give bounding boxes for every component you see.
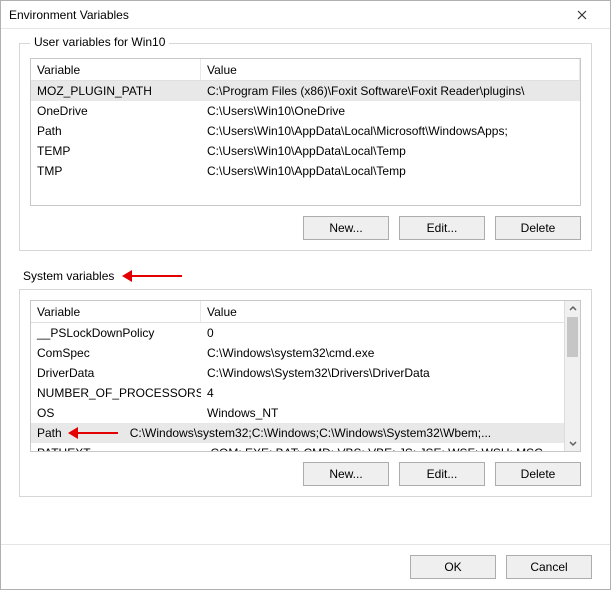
cell-value: C:\Windows\System32\Drivers\DriverData bbox=[201, 366, 580, 380]
scroll-down-button[interactable] bbox=[565, 435, 580, 451]
chevron-up-icon bbox=[569, 305, 577, 313]
table-row[interactable]: PATHEXT.COM;.EXE;.BAT;.CMD;.VBS;.VBE;.JS… bbox=[31, 443, 580, 451]
system-new-button[interactable]: New... bbox=[303, 462, 389, 486]
table-row[interactable]: TEMPC:\Users\Win10\AppData\Local\Temp bbox=[31, 141, 580, 161]
cell-variable: __PSLockDownPolicy bbox=[31, 326, 201, 340]
table-row[interactable]: ComSpecC:\Windows\system32\cmd.exe bbox=[31, 343, 580, 363]
cell-variable: OneDrive bbox=[31, 104, 201, 118]
table-row[interactable]: PathC:\Users\Win10\AppData\Local\Microso… bbox=[31, 121, 580, 141]
cell-variable: NUMBER_OF_PROCESSORS bbox=[31, 386, 201, 400]
cell-variable: Path bbox=[31, 124, 201, 138]
cell-value: C:\Users\Win10\OneDrive bbox=[201, 104, 580, 118]
user-vars-table[interactable]: Variable Value MOZ_PLUGIN_PATHC:\Program… bbox=[30, 58, 581, 206]
cell-value: .COM;.EXE;.BAT;.CMD;.VBS;.VBE;.JS;.JSE;.… bbox=[201, 446, 580, 451]
table-row[interactable]: DriverDataC:\Windows\System32\Drivers\Dr… bbox=[31, 363, 580, 383]
window-title: Environment Variables bbox=[9, 8, 129, 22]
col-variable[interactable]: Variable bbox=[31, 301, 201, 322]
table-row[interactable]: MOZ_PLUGIN_PATHC:\Program Files (x86)\Fo… bbox=[31, 81, 580, 101]
cell-variable: TMP bbox=[31, 164, 201, 178]
cell-variable: DriverData bbox=[31, 366, 201, 380]
table-row[interactable]: TMPC:\Users\Win10\AppData\Local\Temp bbox=[31, 161, 580, 181]
cell-variable: TEMP bbox=[31, 144, 201, 158]
cell-value: C:\Users\Win10\AppData\Local\Temp bbox=[201, 144, 580, 158]
table-row[interactable]: __PSLockDownPolicy0 bbox=[31, 323, 580, 343]
user-vars-label: User variables for Win10 bbox=[30, 35, 169, 49]
chevron-down-icon bbox=[569, 439, 577, 447]
col-value[interactable]: Value bbox=[201, 301, 580, 322]
user-new-button[interactable]: New... bbox=[303, 216, 389, 240]
col-value[interactable]: Value bbox=[201, 59, 580, 80]
system-vars-table[interactable]: Variable Value __PSLockDownPolicy0ComSpe… bbox=[30, 300, 581, 452]
system-delete-button[interactable]: Delete bbox=[495, 462, 581, 486]
cell-variable: PATHEXT bbox=[31, 446, 201, 451]
dialog-footer: OK Cancel bbox=[1, 544, 610, 589]
cell-value: C:\Users\Win10\AppData\Local\Temp bbox=[201, 164, 580, 178]
ok-button[interactable]: OK bbox=[410, 555, 496, 579]
user-delete-button[interactable]: Delete bbox=[495, 216, 581, 240]
cell-value: C:\Program Files (x86)\Foxit Software\Fo… bbox=[201, 84, 580, 98]
table-row[interactable]: OSWindows_NT bbox=[31, 403, 580, 423]
cell-variable: Path bbox=[31, 426, 124, 440]
cell-value: C:\Windows\system32;C:\Windows;C:\Window… bbox=[124, 426, 580, 440]
close-icon bbox=[577, 10, 587, 20]
user-vars-group: User variables for Win10 Variable Value … bbox=[19, 43, 592, 251]
system-table-header: Variable Value bbox=[31, 301, 580, 323]
titlebar: Environment Variables bbox=[1, 1, 610, 29]
system-scrollbar[interactable] bbox=[564, 301, 580, 451]
scroll-thumb[interactable] bbox=[567, 317, 578, 357]
cell-value: 4 bbox=[201, 386, 580, 400]
cell-value: C:\Users\Win10\AppData\Local\Microsoft\W… bbox=[201, 124, 580, 138]
table-row[interactable]: OneDriveC:\Users\Win10\OneDrive bbox=[31, 101, 580, 121]
system-vars-group: Variable Value __PSLockDownPolicy0ComSpe… bbox=[19, 289, 592, 497]
col-variable[interactable]: Variable bbox=[31, 59, 201, 80]
scroll-up-button[interactable] bbox=[565, 301, 580, 317]
table-row[interactable]: NUMBER_OF_PROCESSORS4 bbox=[31, 383, 580, 403]
user-edit-button[interactable]: Edit... bbox=[399, 216, 485, 240]
cell-variable: OS bbox=[31, 406, 201, 420]
cancel-button[interactable]: Cancel bbox=[506, 555, 592, 579]
cell-value: C:\Windows\system32\cmd.exe bbox=[201, 346, 580, 360]
cell-variable: MOZ_PLUGIN_PATH bbox=[31, 84, 201, 98]
user-table-header: Variable Value bbox=[31, 59, 580, 81]
annotation-arrow-icon bbox=[122, 270, 182, 282]
cell-variable: ComSpec bbox=[31, 346, 201, 360]
table-row[interactable]: PathC:\Windows\system32;C:\Windows;C:\Wi… bbox=[31, 423, 580, 443]
system-vars-label: System variables bbox=[23, 269, 114, 283]
system-edit-button[interactable]: Edit... bbox=[399, 462, 485, 486]
annotation-arrow-icon bbox=[68, 427, 118, 439]
close-button[interactable] bbox=[562, 2, 602, 28]
cell-value: 0 bbox=[201, 326, 580, 340]
env-vars-dialog: Environment Variables User variables for… bbox=[0, 0, 611, 590]
cell-value: Windows_NT bbox=[201, 406, 580, 420]
